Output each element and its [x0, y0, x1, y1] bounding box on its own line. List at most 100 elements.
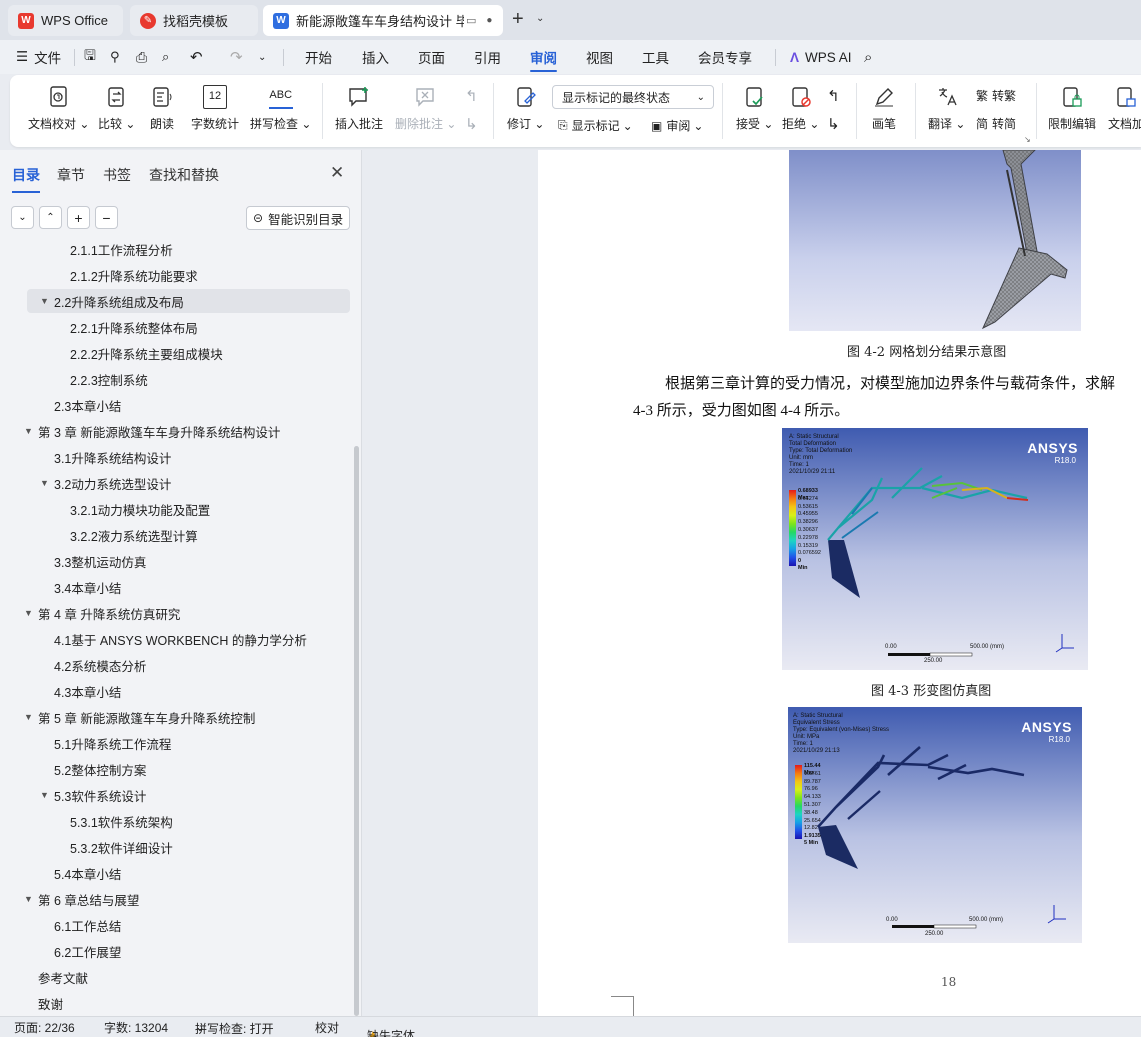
reject-button[interactable]: 拒绝 ⌄ — [782, 85, 819, 132]
doc-check-button[interactable]: 文档校对 ⌄ — [28, 85, 89, 132]
word-count-button[interactable]: 12 字数统计 — [191, 85, 239, 132]
doc-encrypt-button[interactable]: 文档加 — [1108, 85, 1141, 132]
toc-item[interactable]: 第 4 章 升降系统仿真研究 — [38, 601, 180, 625]
expand-arrow-icon[interactable]: ▼ — [40, 471, 49, 495]
ribbon-expand-icon[interactable]: ↘ — [1024, 135, 1031, 144]
compare-button[interactable]: 比较 ⌄ — [98, 85, 135, 132]
spell-check-status[interactable]: 拼写检查: 打开 ⌄ — [195, 1020, 274, 1036]
accept-button[interactable]: 接受 ⌄ — [736, 85, 773, 132]
expand-up-button[interactable]: ⌃ — [39, 206, 62, 229]
show-markup-button[interactable]: ⎘ 显示标记 ⌄ — [558, 117, 633, 134]
menu-member[interactable]: 会员专享 — [698, 40, 752, 74]
toc-item[interactable]: 5.3.2软件详细设计 — [70, 835, 173, 859]
spell-check-button[interactable]: ABC 拼写检查 ⌄ — [250, 85, 311, 132]
toc-item[interactable]: 第 6 章总结与展望 — [38, 887, 139, 911]
undo-icon[interactable]: ↶ — [190, 40, 203, 74]
toc-item[interactable]: 6.1工作总结 — [54, 913, 121, 937]
print-icon[interactable]: ⎙ — [136, 40, 147, 74]
toc-item[interactable]: 2.3本章小结 — [54, 393, 121, 417]
menu-references[interactable]: 引用 — [474, 40, 501, 74]
toc-item[interactable]: 3.2.2液力系统选型计算 — [70, 523, 198, 547]
wps-ai-button[interactable]: Ʌ WPS AI — [790, 40, 852, 74]
toc-item[interactable]: 2.2.2升降系统主要组成模块 — [70, 341, 223, 365]
add-heading-button[interactable]: + — [67, 206, 90, 229]
insert-comment-button[interactable]: 插入批注 — [335, 85, 383, 132]
toc-item[interactable]: 5.3软件系统设计 — [54, 783, 146, 807]
menu-tools[interactable]: 工具 — [642, 40, 669, 74]
toc-item[interactable]: 2.2.1升降系统整体布局 — [70, 315, 198, 339]
read-aloud-button[interactable]: 朗读 — [150, 85, 174, 132]
toc-item[interactable]: 6.2工作展望 — [54, 939, 121, 963]
to-traditional-button[interactable]: 繁 转繁 — [976, 87, 1016, 104]
panel-tab-find-replace[interactable]: 查找和替换 — [149, 165, 219, 185]
tab-docer-templates[interactable]: ✎ 找稻壳模板 — [130, 5, 258, 36]
panel-tab-bookmarks[interactable]: 书签 — [103, 165, 131, 185]
toc-item[interactable]: 4.1基于 ANSYS WORKBENCH 的静力学分析 — [54, 627, 307, 651]
toc-item[interactable]: 4.3本章小结 — [54, 679, 121, 703]
delete-comment-button[interactable]: 删除批注 ⌄ — [395, 85, 456, 132]
review-pane-button[interactable]: ▣ 审阅 ⌄ — [651, 117, 703, 134]
remove-heading-button[interactable]: − — [95, 206, 118, 229]
panel-tab-toc[interactable]: 目录 — [12, 165, 40, 193]
search-icon[interactable]: ⌕ — [864, 40, 872, 74]
toc-item[interactable]: 参考文献 — [38, 965, 88, 989]
menu-insert[interactable]: 插入 — [362, 40, 389, 74]
tab-wps-office[interactable]: W WPS Office — [8, 5, 123, 36]
redo-icon[interactable]: ↷ — [230, 40, 243, 74]
new-tab-button[interactable]: + — [512, 8, 524, 31]
toc-item[interactable]: 2.1.2升降系统功能要求 — [70, 263, 198, 287]
smart-toc-button[interactable]: ⊝ 智能识别目录 — [246, 206, 350, 230]
toc-item[interactable]: 5.3.1软件系统架构 — [70, 809, 173, 833]
tab-list-chevron-icon[interactable]: ⌄ — [536, 13, 544, 24]
unsaved-dot-icon[interactable]: ● — [486, 15, 492, 26]
toc-item[interactable]: 2.1.1工作流程分析 — [70, 238, 173, 261]
expand-arrow-icon[interactable]: ▼ — [24, 419, 33, 443]
revise-button[interactable]: 修订 ⌄ — [507, 85, 544, 132]
toc-item[interactable]: 第 3 章 新能源敞篷车车身升降系统结构设计 — [38, 419, 280, 443]
file-menu[interactable]: ☰ 文件 — [16, 40, 61, 74]
expand-arrow-icon[interactable]: ▼ — [24, 887, 33, 911]
toc-item[interactable]: 3.4本章小结 — [54, 575, 121, 599]
to-simplified-button[interactable]: 简 转简 — [976, 115, 1016, 132]
toc-item[interactable]: 2.2升降系统组成及布局 — [54, 289, 184, 313]
expand-arrow-icon[interactable]: ▼ — [40, 289, 49, 313]
next-change-icon[interactable]: ↳ — [827, 115, 840, 133]
save-icon[interactable]: 🖫 — [84, 40, 96, 74]
toc-item[interactable]: 致谢 — [38, 991, 63, 1014]
toc-item[interactable]: 2.2.3控制系统 — [70, 367, 148, 391]
toc-item[interactable]: 5.2整体控制方案 — [54, 757, 146, 781]
menu-review[interactable]: 审阅 — [530, 40, 557, 74]
menu-page[interactable]: 页面 — [418, 40, 445, 74]
proofread-status[interactable]: 校对 — [315, 1019, 339, 1036]
close-panel-icon[interactable]: ✕ — [330, 163, 344, 183]
collapse-all-button[interactable]: ⌄ — [11, 206, 34, 229]
toc-item[interactable]: 3.2.1动力模块功能及配置 — [70, 497, 210, 521]
prev-change-icon[interactable]: ↰ — [827, 87, 840, 105]
toc-item[interactable]: 3.2动力系统选型设计 — [54, 471, 171, 495]
menu-view[interactable]: 视图 — [586, 40, 613, 74]
toc-item[interactable]: 第 5 章 新能源敞篷车车身升降系统控制 — [38, 705, 255, 729]
panel-tab-sections[interactable]: 章节 — [57, 165, 85, 185]
menu-home[interactable]: 开始 — [305, 40, 332, 74]
toc-item[interactable]: 5.4本章小结 — [54, 861, 121, 885]
print-preview-icon[interactable]: ⌕ — [162, 40, 169, 74]
pen-button[interactable]: 画笔 — [872, 85, 896, 132]
prev-comment-icon[interactable]: ↰ — [465, 87, 478, 105]
share-icon[interactable]: ⚲ — [110, 40, 120, 74]
toc-item[interactable]: 3.3整机运动仿真 — [54, 549, 146, 573]
toc-item[interactable]: 5.1升降系统工作流程 — [54, 731, 171, 755]
toc-item[interactable]: 3.1升降系统结构设计 — [54, 445, 171, 469]
tab-current-document[interactable]: W 新能源敞篷车车身结构设计 毕 ▭ ● — [263, 5, 503, 36]
next-comment-icon[interactable]: ↳ — [465, 115, 478, 133]
panel-scrollbar[interactable] — [354, 446, 359, 1016]
page-indicator[interactable]: 页面: 22/36 — [14, 1019, 75, 1036]
expand-arrow-icon[interactable]: ▼ — [24, 705, 33, 729]
translate-button[interactable]: 翻译 ⌄ — [928, 85, 965, 132]
toc-item[interactable]: 4.2系统模态分析 — [54, 653, 146, 677]
quick-access-chevron-icon[interactable]: ⌄ — [258, 40, 266, 74]
restrict-edit-button[interactable]: 限制编辑 — [1048, 85, 1096, 132]
word-count-indicator[interactable]: 字数: 13204 — [104, 1019, 168, 1036]
expand-arrow-icon[interactable]: ▼ — [24, 601, 33, 625]
expand-arrow-icon[interactable]: ▼ — [40, 783, 49, 807]
markup-display-dropdown[interactable]: 显示标记的最终状态 ⌄ — [552, 85, 714, 109]
